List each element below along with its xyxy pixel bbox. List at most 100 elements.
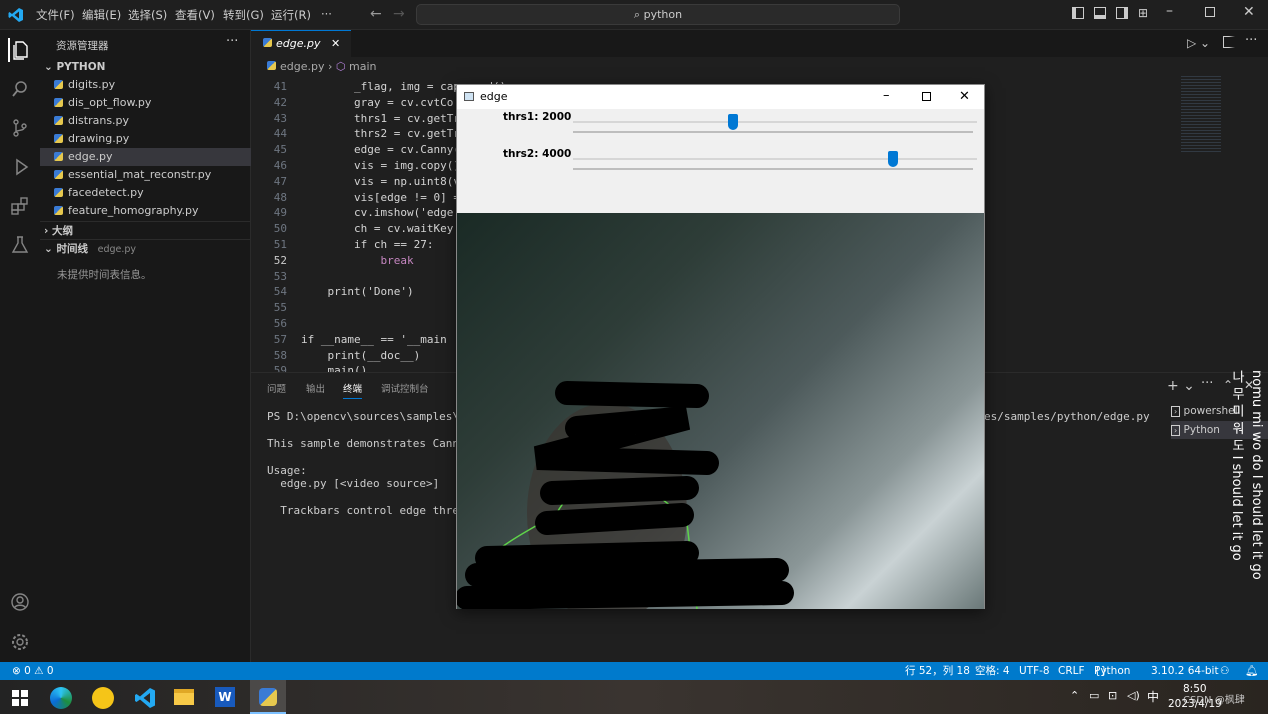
code-line[interactable]: gray = cv.cvtCo (301, 96, 453, 109)
code-line[interactable]: thrs2 = cv.getTr (301, 127, 460, 140)
python-taskbar-item[interactable] (250, 680, 286, 714)
folder-header[interactable]: ⌄ PYTHON (40, 58, 251, 76)
code-line[interactable]: print(__doc__) (301, 349, 420, 362)
terminal-line: Usage: (267, 464, 307, 477)
menu-edit[interactable]: 编辑(E) (82, 7, 121, 23)
code-line[interactable]: cv.imshow('edge (301, 206, 453, 219)
code-line[interactable]: break (301, 254, 413, 267)
file-item[interactable]: feature_homography.py (40, 202, 251, 220)
timeline-section[interactable]: ⌄ 时间线 edge.py (40, 239, 251, 257)
toggle-sidebar-icon[interactable] (1072, 7, 1084, 19)
search-activity-icon[interactable] (8, 77, 32, 101)
tray-chevron-up-icon[interactable]: ⌃ (1070, 689, 1079, 702)
settings-gear-icon[interactable] (8, 630, 32, 654)
forward-arrow-icon[interactable]: → (393, 6, 405, 22)
menu-file[interactable]: 文件(F) (36, 7, 75, 23)
file-item[interactable]: digits.py (40, 76, 251, 94)
breadcrumb-file[interactable]: edge.py (280, 60, 325, 73)
explorer-icon[interactable] (8, 38, 32, 62)
terminal-line: edge.py [<video source>] (267, 477, 440, 490)
feedback-icon[interactable]: ⚇ (1220, 662, 1229, 680)
menu-selection[interactable]: 选择(S) (128, 7, 167, 23)
account-icon[interactable] (8, 590, 32, 614)
minimap[interactable] (1181, 74, 1221, 154)
indentation-status[interactable]: 空格: 4 (975, 662, 1010, 680)
code-line[interactable]: thrs1 = cv.getTr (301, 112, 460, 125)
tab-problems[interactable]: 问题 (267, 381, 286, 395)
code-line[interactable]: if __name__ == '__main (301, 333, 447, 346)
menu-more[interactable]: ··· (321, 7, 332, 21)
breadcrumb-symbol[interactable]: main (349, 60, 376, 73)
code-line[interactable]: edge = cv.Canny( (301, 143, 460, 156)
panel-more-icon[interactable]: ··· (1201, 376, 1213, 391)
cv-maximize-icon[interactable] (922, 92, 931, 101)
cv-minimize-icon[interactable]: – (883, 84, 890, 108)
tab-terminal[interactable]: 终端 (343, 381, 363, 399)
network-icon[interactable]: ⊡ (1108, 689, 1117, 702)
file-explorer-icon[interactable] (174, 689, 194, 705)
battery-icon[interactable]: ▭ (1089, 689, 1099, 702)
run-debug-icon[interactable] (8, 155, 32, 179)
code-line[interactable]: vis[edge != 0] = (301, 191, 460, 204)
file-item[interactable]: drawing.py (40, 130, 251, 148)
volume-icon[interactable]: ◁) (1127, 689, 1140, 702)
app-icon-yellow[interactable] (92, 687, 114, 709)
vscode-taskbar-icon[interactable] (134, 687, 156, 709)
outline-section[interactable]: › 大纲 (40, 221, 251, 239)
command-search-box[interactable]: ⌕ python (416, 4, 900, 25)
word-icon[interactable]: W (215, 687, 235, 707)
toggle-panel-icon[interactable] (1094, 7, 1106, 19)
line-number: 48 (273, 190, 287, 204)
tab-debug-console[interactable]: 调试控制台 (381, 381, 429, 395)
opencv-title-bar[interactable]: edge – ✕ (457, 85, 984, 109)
trackbar-rail[interactable] (573, 121, 977, 123)
cv-close-icon[interactable]: ✕ (959, 85, 970, 109)
run-file-icon[interactable]: ▷ ⌄ (1187, 36, 1210, 50)
edge-browser-icon[interactable] (50, 687, 72, 709)
restore-icon[interactable] (1205, 7, 1215, 17)
code-line[interactable]: print('Done') (301, 285, 413, 298)
explorer-more-icon[interactable]: ··· (226, 34, 238, 49)
interpreter-status[interactable]: 3.10.2 64-bit (1151, 662, 1219, 680)
tab-edge-py[interactable]: edge.py ✕ (251, 30, 351, 57)
notifications-bell-icon[interactable]: 🔔︎ (1245, 662, 1258, 680)
python-file-icon (54, 206, 63, 215)
source-control-icon[interactable] (8, 116, 32, 140)
menu-view[interactable]: 查看(V) (175, 7, 215, 23)
back-arrow-icon[interactable]: ← (370, 6, 382, 22)
menu-run[interactable]: 运行(R) (271, 7, 311, 23)
customize-layout-icon[interactable]: ⊞ (1138, 6, 1148, 20)
testing-flask-icon[interactable] (8, 233, 32, 257)
problems-status[interactable]: ⊗ 0 ⚠ 0 (12, 662, 54, 680)
toggle-secondary-sidebar-icon[interactable] (1116, 7, 1128, 19)
file-item[interactable]: facedetect.py (40, 184, 251, 202)
editor-more-icon[interactable]: ··· (1245, 33, 1257, 48)
code-line[interactable]: vis = np.uint8(v (301, 175, 460, 188)
code-line[interactable]: if ch == 27: (301, 238, 433, 251)
windows-start-icon[interactable] (12, 690, 28, 706)
close-tab-icon[interactable]: ✕ (331, 31, 340, 57)
menu-go[interactable]: 转到(G) (223, 7, 264, 23)
cursor-position[interactable]: 行 52，列 18 (905, 662, 970, 680)
ime-indicator[interactable]: 中 (1147, 688, 1159, 705)
file-item-selected[interactable]: edge.py (40, 148, 251, 166)
trackbar-thumb[interactable] (728, 114, 738, 130)
encoding-status[interactable]: UTF-8 (1019, 662, 1050, 680)
file-item[interactable]: distrans.py (40, 112, 251, 130)
close-window-icon[interactable]: ✕ (1243, 4, 1255, 20)
minimize-icon[interactable]: – (1166, 3, 1173, 19)
file-item[interactable]: dis_opt_flow.py (40, 94, 251, 112)
trackbar-rail[interactable] (573, 158, 977, 160)
code-line[interactable]: vis = img.copy() (301, 159, 460, 172)
split-editor-icon[interactable] (1223, 36, 1235, 48)
code-line[interactable]: ch = cv.waitKey (301, 222, 453, 235)
breadcrumb: edge.py › ⬡ main (267, 60, 377, 73)
tab-output[interactable]: 输出 (306, 381, 325, 395)
file-item[interactable]: essential_mat_reconstr.py (40, 166, 251, 184)
extensions-icon[interactable] (8, 194, 32, 218)
new-terminal-icon[interactable]: + ⌄ (1167, 378, 1195, 394)
eol-status[interactable]: CRLF (1058, 662, 1085, 680)
trackbar-rail-bottom (573, 168, 973, 170)
search-text: python (643, 8, 683, 21)
trackbar-thumb[interactable] (888, 151, 898, 167)
